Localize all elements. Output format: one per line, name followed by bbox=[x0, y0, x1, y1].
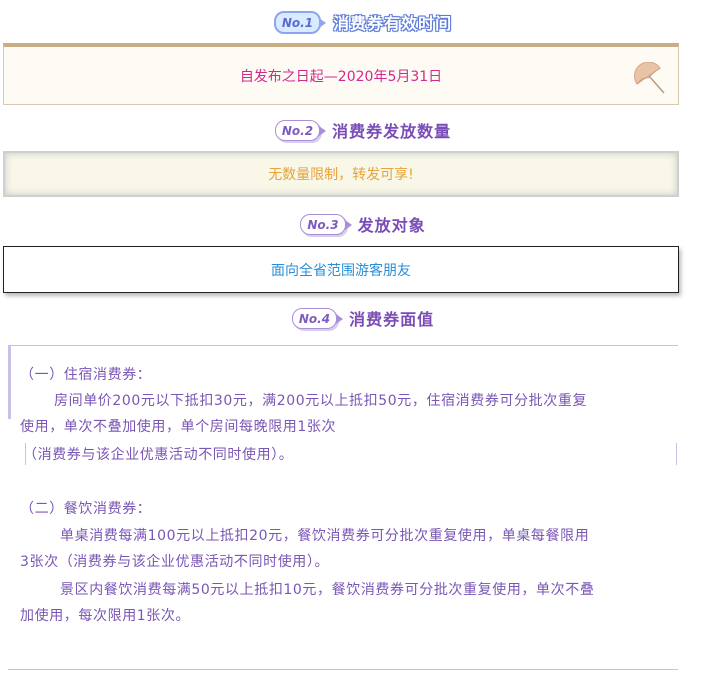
section-4-title: 消费券面值 bbox=[349, 310, 435, 329]
section-3-badge-text: No.3 bbox=[307, 217, 339, 232]
parasol-icon bbox=[634, 62, 665, 94]
section-2-badge: No.2 bbox=[274, 119, 327, 141]
section-4-badge-text: No.4 bbox=[298, 311, 331, 326]
section-3-title: 发放对象 bbox=[357, 216, 426, 235]
section-2-badge-text: No.2 bbox=[281, 123, 314, 138]
section-1-heading: No.1 消费券有效时间 bbox=[0, 8, 726, 36]
section-4-badge: No.4 bbox=[291, 307, 344, 329]
validity-box: 自发布之日起—2020年5月31日 bbox=[3, 43, 679, 105]
audience-box: 面向全省范围游客朋友 bbox=[3, 246, 679, 293]
section-2-title: 消费券发放数量 bbox=[332, 122, 452, 141]
quantity-box: 无数量限制，转发可享! bbox=[3, 151, 679, 197]
lodging-line-2: 使用，单次不叠加使用，单个房间每晚限用1张次 bbox=[20, 419, 337, 435]
validity-text: 自发布之日起—2020年5月31日 bbox=[239, 68, 443, 85]
section-1-title: 消费券有效时间 bbox=[333, 14, 453, 33]
section-1-badge: No.1 bbox=[273, 10, 327, 34]
dining-heading: （二）餐饮消费券： bbox=[20, 501, 152, 517]
section-4-heading: No.4 消费券面值 bbox=[0, 304, 726, 332]
denomination-detail: （一）住宿消费券： 房间单价200元以下抵扣30元，满200元以上抵扣50元，住… bbox=[8, 345, 678, 670]
quantity-text: 无数量限制，转发可享! bbox=[268, 167, 414, 183]
divider-left bbox=[8, 345, 11, 419]
lodging-line-1: 房间单价200元以下抵扣30元，满200元以上抵扣50元，住宿消费券可分批次重复 bbox=[54, 393, 588, 409]
dining-line-1: 单桌消费每满100元以上抵扣20元，餐饮消费券可分批次重复使用，单桌每餐限用 bbox=[60, 528, 590, 544]
section-2-heading: No.2 消费券发放数量 bbox=[0, 116, 726, 144]
divider-top bbox=[8, 345, 678, 346]
dining-line-2: 3张次（消费券与该企业优惠活动不同时使用）。 bbox=[20, 554, 330, 570]
lodging-line-3: （消费券与该企业优惠活动不同时使用）。 bbox=[23, 447, 294, 463]
section-3-heading: No.3 发放对象 bbox=[0, 210, 726, 238]
divider-right-inner bbox=[676, 443, 677, 465]
dining-line-3: 景区内餐饮消费每满50元以上抵扣10元，餐饮消费券可分批次重复使用，单次不叠 bbox=[60, 582, 595, 598]
section-3-badge: No.3 bbox=[300, 213, 352, 235]
section-1-badge-text: No.1 bbox=[281, 15, 314, 30]
divider-bottom bbox=[8, 669, 678, 670]
dining-line-4: 加使用，每次限用1张次。 bbox=[20, 608, 191, 624]
lodging-heading: （一）住宿消费券： bbox=[20, 367, 152, 383]
audience-text: 面向全省范围游客朋友 bbox=[271, 262, 411, 279]
